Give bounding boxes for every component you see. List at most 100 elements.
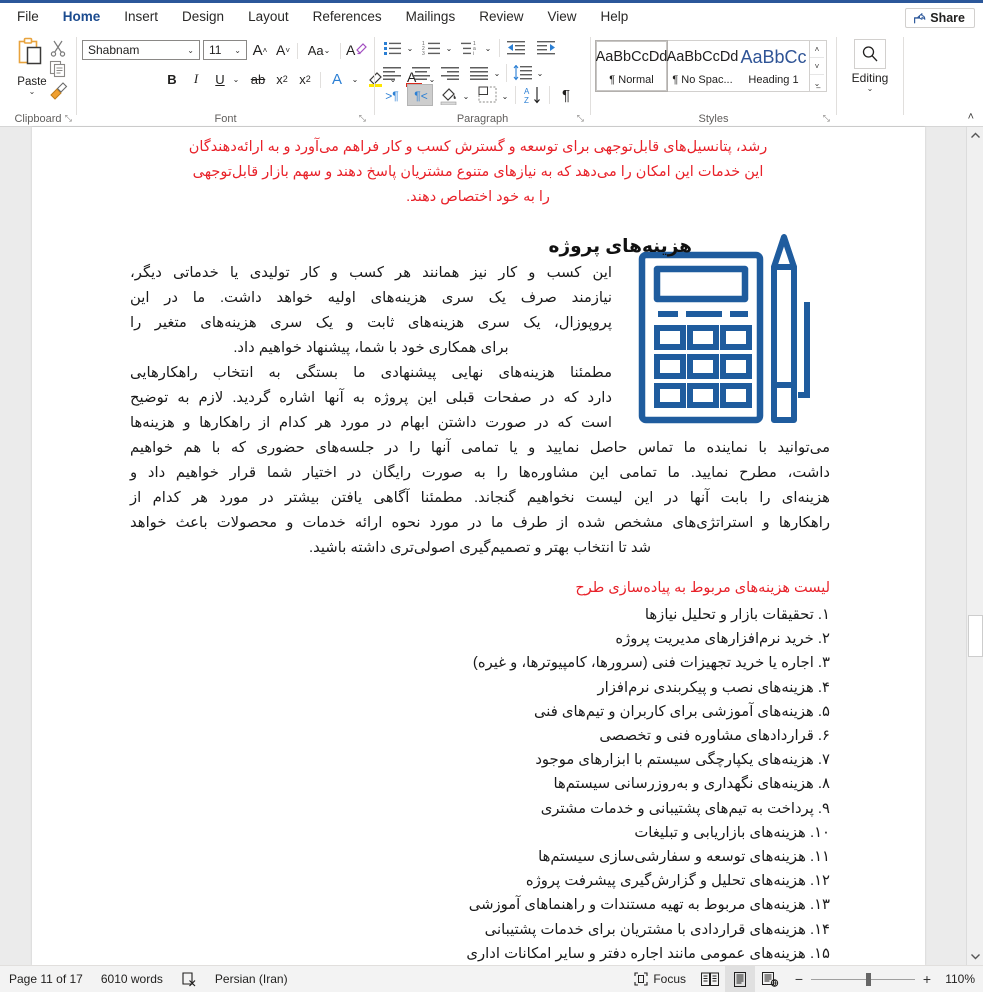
styles-scroll-up-icon[interactable]: ˄ xyxy=(810,41,824,58)
calculator-pencil-illustration[interactable] xyxy=(632,227,832,427)
tab-layout[interactable]: Layout xyxy=(237,6,300,28)
clear-formatting-button[interactable]: A xyxy=(344,39,370,61)
underline-chevron-down-icon[interactable]: ⌄ xyxy=(229,68,243,90)
tab-file[interactable]: File xyxy=(6,6,50,28)
font-name-combo[interactable]: Shabnam ⌄ xyxy=(82,40,200,60)
multilevel-chevron-down-icon[interactable]: ⌄ xyxy=(482,37,494,59)
style-label: ¶ No Spac... xyxy=(672,73,733,86)
tab-view[interactable]: View xyxy=(536,6,587,28)
align-left-button[interactable] xyxy=(381,62,405,84)
document-canvas[interactable]: رشد، پتانسیل‌های قابل‌توجهی برای توسعه و… xyxy=(0,127,983,965)
bold-button[interactable]: B xyxy=(162,68,182,90)
tab-insert[interactable]: Insert xyxy=(113,6,169,28)
subscript-button[interactable]: x2 xyxy=(272,68,292,90)
rtl-text-direction-button[interactable]: ¶< xyxy=(407,84,433,106)
shrink-font-button[interactable]: A ˅ xyxy=(272,39,294,61)
numbering-chevron-down-icon[interactable]: ⌄ xyxy=(443,37,455,59)
copy-button[interactable] xyxy=(48,59,70,80)
paragraph-dialog-launcher[interactable]: ⤡ xyxy=(577,113,584,124)
show-formatting-marks-button[interactable]: ¶ xyxy=(554,84,578,106)
underline-button[interactable]: U xyxy=(210,68,230,90)
vertical-scrollbar[interactable] xyxy=(966,127,983,965)
bullet-chevron-down-icon[interactable]: ⌄ xyxy=(404,37,416,59)
borders-chevron-down-icon[interactable]: ⌄ xyxy=(499,85,511,107)
style-no-spacing[interactable]: AaBbCcDd ¶ No Spac... xyxy=(667,41,739,91)
scroll-down-button[interactable] xyxy=(967,948,983,965)
editing-chevron-down-icon[interactable]: ⌄ xyxy=(842,85,898,93)
format-painter-button[interactable] xyxy=(48,80,70,101)
ltr-text-direction-button[interactable]: >¶ xyxy=(379,85,405,107)
print-layout-button[interactable] xyxy=(725,965,755,992)
numbered-list-button[interactable]: 1 2 3 xyxy=(420,37,444,59)
chevron-down-icon: ⌄ xyxy=(234,45,241,55)
shading-button[interactable] xyxy=(437,84,461,106)
change-case-button[interactable]: Aa ⌄ xyxy=(302,39,336,61)
scrollbar-thumb[interactable] xyxy=(968,615,983,657)
styles-more-icon[interactable]: ⌄̲ xyxy=(810,75,824,91)
tab-design[interactable]: Design xyxy=(171,6,235,28)
font-size-value: 11 xyxy=(209,43,222,57)
zoom-control[interactable]: − + 110% xyxy=(785,971,983,987)
italic-button[interactable]: I xyxy=(186,68,206,90)
proofing-status-button[interactable] xyxy=(172,966,206,992)
zoom-slider-track[interactable] xyxy=(811,972,915,986)
editing-button[interactable]: Editing ⌄ xyxy=(842,39,898,93)
bullet-list-button[interactable] xyxy=(381,37,405,59)
zoom-slider-thumb[interactable] xyxy=(866,972,871,986)
cut-button[interactable] xyxy=(48,38,70,59)
style-normal[interactable]: AaBbCcDd ¶ Normal xyxy=(595,40,668,92)
style-heading-1[interactable]: AaBbCc Heading 1 xyxy=(738,41,809,91)
editing-icon-box xyxy=(854,39,886,69)
page-indicator[interactable]: Page 11 of 17 xyxy=(0,966,92,992)
styles-scroll-down-icon[interactable]: ˅ xyxy=(810,58,824,75)
decrease-indent-button[interactable] xyxy=(505,37,529,59)
strikethrough-button[interactable]: ab xyxy=(247,68,269,90)
text-effects-button[interactable]: A xyxy=(326,68,348,90)
zoom-in-button[interactable]: + xyxy=(921,971,933,987)
grow-font-button[interactable]: A ˄ xyxy=(249,39,271,61)
share-button[interactable]: Share xyxy=(905,8,975,28)
tab-references[interactable]: References xyxy=(302,6,393,28)
collapse-ribbon-button[interactable]: ˄ xyxy=(968,111,974,123)
tab-review[interactable]: Review xyxy=(468,6,534,28)
line-spacing-chevron-down-icon[interactable]: ⌄ xyxy=(534,62,546,84)
focus-label: Focus xyxy=(653,972,686,986)
zoom-out-button[interactable]: − xyxy=(793,971,805,987)
zoom-level[interactable]: 110% xyxy=(939,972,975,986)
sort-button[interactable]: A Z xyxy=(521,84,545,106)
line-spacing-button[interactable] xyxy=(511,62,535,84)
wide-line-3: هزینه‌ای را بابت آنها در این لیست نخواهی… xyxy=(130,490,830,506)
shading-chevron-down-icon[interactable]: ⌄ xyxy=(460,85,472,107)
styles-gallery-scroll[interactable]: ˄ ˅ ⌄̲ xyxy=(809,41,824,91)
web-layout-button[interactable] xyxy=(755,966,785,992)
document-page[interactable]: رشد، پتانسیل‌های قابل‌توجهی برای توسعه و… xyxy=(32,127,925,965)
tab-help[interactable]: Help xyxy=(590,6,640,28)
document-body[interactable]: رشد، پتانسیل‌های قابل‌توجهی برای توسعه و… xyxy=(32,127,925,965)
divider xyxy=(320,72,321,88)
svg-text:A: A xyxy=(346,42,356,58)
scroll-up-button[interactable] xyxy=(967,127,983,144)
styles-dialog-launcher[interactable]: ⤡ xyxy=(823,113,830,124)
focus-mode-button[interactable]: Focus xyxy=(625,966,695,992)
tab-mailings[interactable]: Mailings xyxy=(395,6,467,28)
align-right-button[interactable] xyxy=(439,62,463,84)
text-effects-chevron-down-icon[interactable]: ⌄ xyxy=(348,68,362,90)
increase-indent-button[interactable] xyxy=(535,37,559,59)
font-dialog-launcher[interactable]: ⤡ xyxy=(359,113,366,124)
language-indicator[interactable]: Persian (Iran) xyxy=(206,966,297,992)
tab-home[interactable]: Home xyxy=(52,6,112,33)
multilevel-list-button[interactable]: 1 a i xyxy=(459,37,483,59)
styles-gallery[interactable]: AaBbCcDd ¶ Normal AaBbCcDd ¶ No Spac... … xyxy=(595,40,827,92)
align-chevron-down-icon[interactable]: ⌄ xyxy=(491,62,503,84)
ribbon: Paste ⌄ Clipboard ⤡ Shabnam ⌄ 11 ⌄ A ˄ A… xyxy=(0,31,983,127)
ribbon-tab-bar: File Home Insert Design Layout Reference… xyxy=(0,3,983,33)
font-size-combo[interactable]: 11 ⌄ xyxy=(203,40,247,60)
borders-button[interactable] xyxy=(476,84,500,106)
word-count[interactable]: 6010 words xyxy=(92,966,172,992)
clipboard-dialog-launcher[interactable]: ⤡ xyxy=(65,113,72,124)
align-center-button[interactable] xyxy=(410,62,434,84)
superscript-button[interactable]: x2 xyxy=(295,68,315,90)
pencil-icon xyxy=(771,234,797,423)
read-mode-button[interactable] xyxy=(695,966,725,992)
justify-button[interactable] xyxy=(468,62,492,84)
